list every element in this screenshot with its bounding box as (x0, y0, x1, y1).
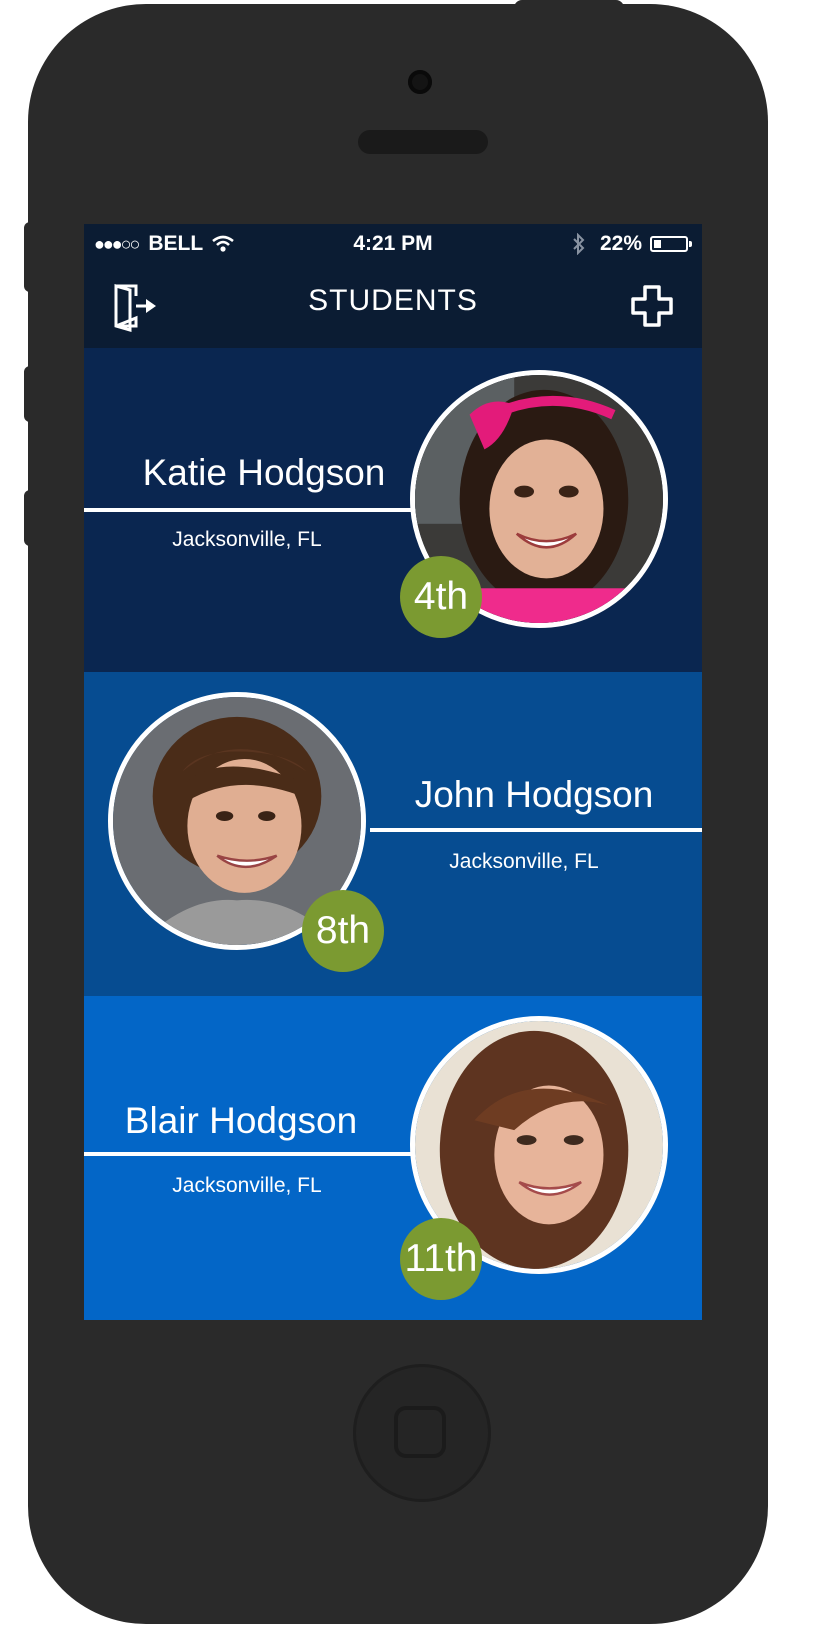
student-row[interactable]: Katie Hodgson Jacksonville, FL 4th (84, 348, 702, 672)
volume-down-button (24, 490, 36, 546)
earpiece-speaker (358, 130, 488, 154)
student-name: John Hodgson (414, 774, 654, 815)
page-title: STUDENTS (308, 284, 478, 317)
student-location: Jacksonville, FL (172, 528, 322, 551)
battery-level (654, 240, 661, 248)
home-square-icon (394, 1406, 446, 1458)
screen: ●●●○○ BELL 4:21 PM 22% STUDENTS Katie Ho… (84, 224, 702, 1320)
student-location: Jacksonville, FL (172, 1174, 322, 1197)
power-button (514, 0, 624, 14)
divider-line (84, 1152, 414, 1156)
status-bar: ●●●○○ BELL 4:21 PM 22% (84, 224, 702, 264)
student-row[interactable]: Blair Hodgson Jacksonville, FL 11th (84, 996, 702, 1320)
mute-switch (24, 222, 36, 292)
divider-line (370, 828, 702, 832)
battery-icon (650, 236, 692, 252)
volume-up-button (24, 366, 36, 422)
add-student-button[interactable] (630, 284, 674, 328)
student-row[interactable]: 8th John Hodgson Jacksonville, FL (84, 672, 702, 996)
plus-icon (631, 285, 673, 327)
divider-line (84, 508, 414, 512)
student-name: Katie Hodgson (142, 452, 386, 493)
navigation-bar: STUDENTS (84, 264, 702, 348)
grade-badge: 4th (400, 556, 482, 638)
grade-badge: 11th (400, 1218, 482, 1300)
student-location: Jacksonville, FL (449, 850, 599, 873)
grade-badge: 8th (302, 890, 384, 972)
student-name: Blair Hodgson (124, 1100, 358, 1141)
front-camera (408, 70, 432, 94)
battery-percentage: 22% (599, 232, 642, 255)
bluetooth-icon (573, 233, 585, 255)
